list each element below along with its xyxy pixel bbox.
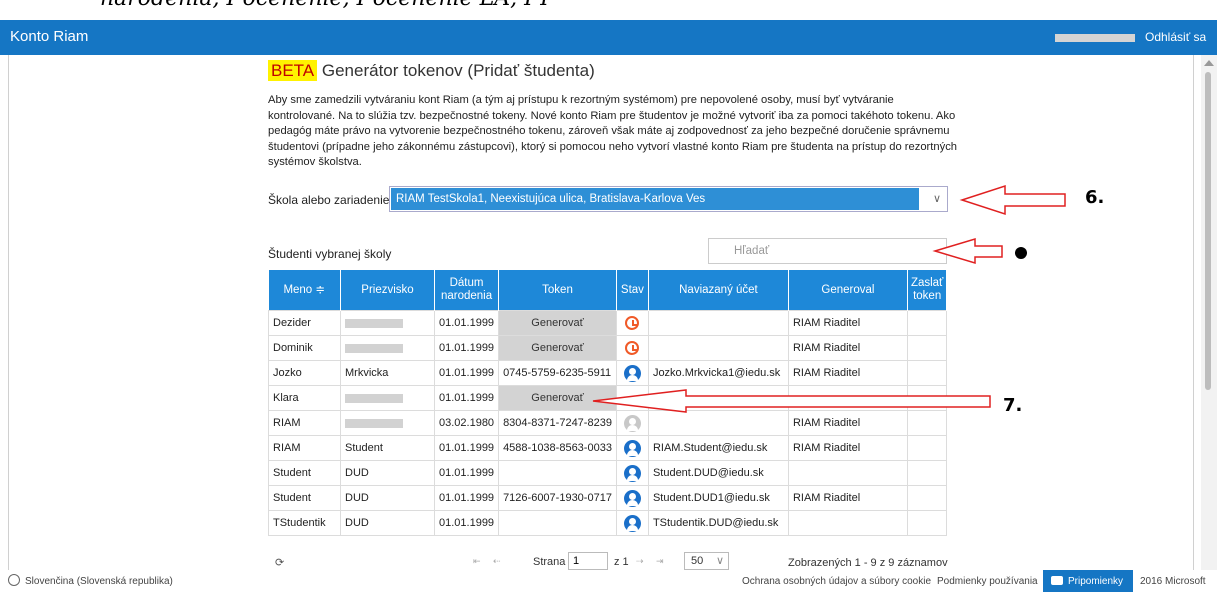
feedback-button[interactable]: Pripomienky [1043, 570, 1133, 592]
annotation-arrow-search [932, 237, 1003, 265]
annotation-arrow-7 [592, 389, 991, 413]
annotation-dot [1015, 247, 1027, 259]
terms-link[interactable]: Podmienky používania [937, 576, 1038, 587]
annotation-label-7: 7. [1003, 395, 1023, 416]
feedback-label: Pripomienky [1068, 576, 1124, 587]
annotation-arrow-6 [959, 184, 1066, 216]
copyright-text: 2016 Microsoft [1140, 576, 1206, 587]
language-link[interactable]: Slovenčina (Slovenská republika) [25, 576, 173, 587]
globe-icon [8, 574, 20, 586]
annotation-arrows [592, 184, 1066, 413]
annotation-label-6: 6. [1085, 187, 1105, 208]
chat-bubble-icon [1051, 576, 1063, 585]
footer-bar: Slovenčina (Slovenská republika) Ochrana… [0, 570, 1217, 592]
privacy-link[interactable]: Ochrana osobných údajov a súbory cookie [742, 576, 931, 587]
